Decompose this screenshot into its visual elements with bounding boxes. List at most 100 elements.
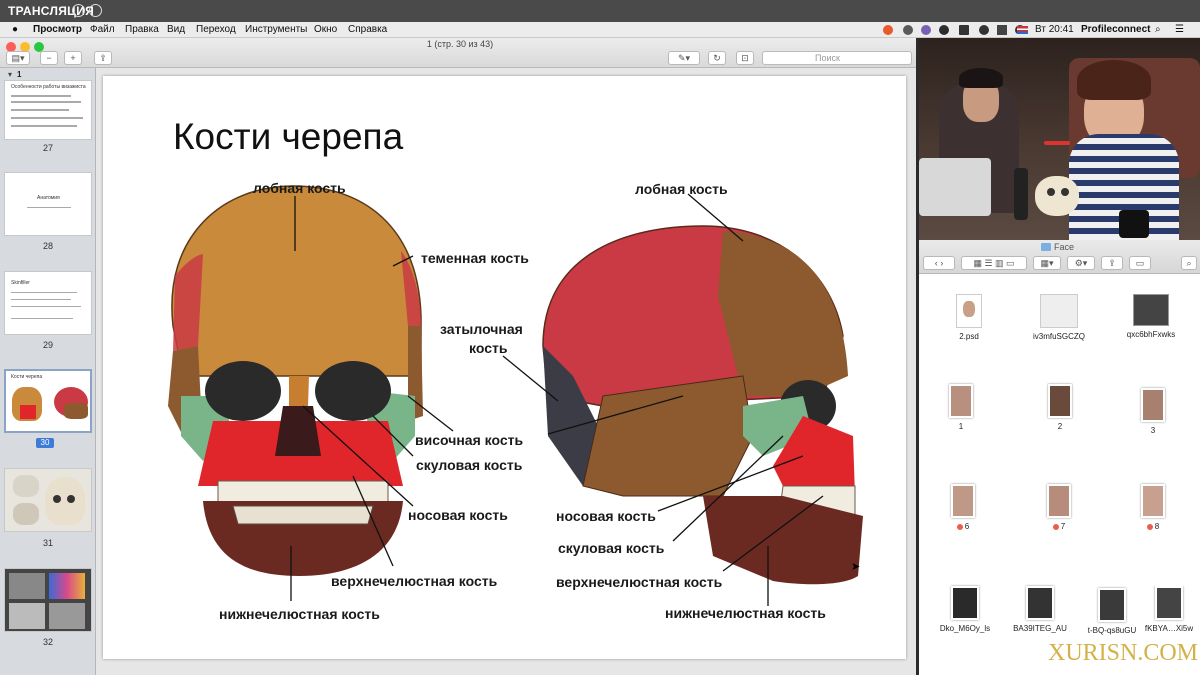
file-item[interactable]: 7	[1019, 484, 1099, 531]
bluetooth-icon[interactable]	[997, 25, 1007, 35]
menu-bar: ● Просмотр Файл Правка Вид Переход Инстр…	[0, 22, 1200, 38]
photo-file-icon	[1141, 388, 1165, 422]
thumb-number-selected: 30	[36, 438, 54, 448]
file-label: 3	[1150, 426, 1156, 435]
file-label: Dko_M6Oy_ls	[939, 624, 991, 633]
markup-button[interactable]: ✎▾	[668, 51, 700, 65]
thumb-title: Анатомия	[37, 195, 60, 201]
side-skull-drawing	[542, 225, 863, 585]
file-label: fKBYA…Xi5w	[1144, 624, 1194, 633]
slide-page: Кости черепа лобная кость теменная кость…	[103, 76, 906, 659]
file-label: 1	[958, 422, 964, 431]
thumbnail-30[interactable]: Кости черепа	[4, 369, 92, 433]
rotate-button[interactable]: ↻	[708, 51, 726, 65]
file-item[interactable]: BA39ITEG_AU	[1000, 586, 1080, 633]
file-item[interactable]: 3	[1113, 388, 1193, 435]
thumb-number: 28	[42, 241, 53, 251]
view-mode-button[interactable]: ▦ ☰ ▥ ▭	[961, 256, 1027, 270]
file-label: 8	[1113, 522, 1193, 531]
file-item[interactable]: iv3mfuSGCZQ	[1019, 294, 1099, 341]
finder-window: Face ‹ › ▦ ☰ ▥ ▭ ▦▾ ⚙▾ ⇪ ▭ ⌕ 2.psd iv3mf…	[919, 240, 1200, 675]
arrange-button[interactable]: ▦▾	[1033, 256, 1061, 270]
front-nasal-bone	[289, 376, 309, 406]
file-label: 2.psd	[959, 332, 979, 341]
menu-file[interactable]: Файл	[90, 24, 115, 35]
file-item[interactable]: 2.psd	[929, 294, 1009, 341]
label-side-nasal: носовая кость	[556, 508, 656, 524]
file-item[interactable]: fKBYA…Xi5w	[1139, 586, 1199, 633]
file-item[interactable]: qxc6bhFxwks	[1111, 294, 1191, 339]
file-item[interactable]: 6	[923, 484, 1003, 531]
label-side-maxilla: верхнечелюстная кость	[556, 574, 723, 590]
file-label: BA39ITEG_AU	[1013, 624, 1067, 633]
file-label: iv3mfuSGCZQ	[1032, 332, 1085, 341]
share-button[interactable]: ⇪	[1101, 256, 1123, 270]
finder-title: Face	[1054, 242, 1075, 252]
status-icon-3[interactable]	[939, 25, 949, 35]
thumb-title: Кости черепа	[11, 374, 43, 380]
file-item[interactable]: 8	[1113, 484, 1193, 531]
file-item[interactable]: 2	[1020, 384, 1100, 431]
skull-illustration	[168, 185, 863, 606]
document-view[interactable]: Кости черепа лобная кость теменная кость…	[97, 68, 916, 675]
photo-file-icon	[1098, 588, 1126, 622]
menu-help[interactable]: Справка	[348, 24, 387, 35]
label-front-frontal: лобная кость	[253, 180, 346, 196]
search-field[interactable]: Поиск	[762, 51, 912, 65]
search-placeholder: Поиск	[815, 53, 840, 63]
thumbnail-27[interactable]: Особенности работы визажиста	[4, 80, 92, 140]
menu-view[interactable]: Вид	[167, 24, 185, 35]
image-file-icon	[1133, 294, 1169, 326]
status-icon-4[interactable]	[979, 25, 989, 35]
opera-icon[interactable]	[883, 25, 893, 35]
refresh-icon[interactable]	[89, 4, 102, 17]
file-item[interactable]: 1	[921, 384, 1001, 431]
share-button[interactable]: ⇪	[94, 51, 112, 65]
watermark: XURISN.COM	[1048, 640, 1199, 666]
menu-edit[interactable]: Правка	[125, 24, 159, 35]
menu-window[interactable]: Окно	[314, 24, 337, 35]
menu-tools[interactable]: Инструменты	[245, 24, 307, 35]
user-name[interactable]: Profileconnect	[1081, 24, 1150, 35]
back-forward-button[interactable]: ‹ ›	[923, 256, 955, 270]
file-item[interactable]: Dko_M6Oy_ls	[925, 586, 1005, 633]
spotlight-icon[interactable]: ⌕	[1155, 24, 1161, 35]
label-side-zygomatic: скуловая кость	[558, 540, 665, 556]
search-button[interactable]: ⌕	[1181, 256, 1197, 270]
thumbnail-29[interactable]: Skinfiller	[4, 271, 92, 335]
menu-go[interactable]: Переход	[196, 24, 236, 35]
apple-menu-icon[interactable]: ●	[12, 24, 18, 35]
file-label: 2	[1057, 422, 1063, 431]
zoom-out-button[interactable]: −	[40, 51, 58, 65]
zoom-in-button[interactable]: +	[64, 51, 82, 65]
thumb-number: 29	[42, 340, 53, 350]
photo-file-icon	[1048, 384, 1072, 418]
photo-file-icon	[1155, 586, 1183, 620]
side-frontal-bone	[718, 231, 848, 396]
section-label: 1	[17, 70, 22, 79]
photo-file-icon	[1047, 484, 1071, 518]
thumbnail-31[interactable]	[4, 468, 92, 532]
photo-file-icon	[1141, 484, 1165, 518]
label-front-zygomatic: скуловая кость	[416, 457, 523, 473]
clock[interactable]: Вт 20:41	[1035, 24, 1074, 35]
sidebar-toggle-button[interactable]: ▤▾	[6, 51, 30, 65]
thumbnail-28[interactable]: Анатомия	[4, 172, 92, 236]
label-occipital-1: затылочная	[440, 321, 523, 337]
thumbnail-32[interactable]	[4, 568, 92, 632]
disclosure-icon[interactable]: ▾	[8, 70, 12, 79]
status-icon-1[interactable]	[903, 25, 913, 35]
status-icon-2[interactable]	[921, 25, 931, 35]
thumbnail-sidebar[interactable]: ▾ 1 Особенности работы визажиста 27 Анат…	[0, 68, 96, 675]
notification-icon[interactable]: ☰	[1175, 24, 1184, 35]
document-title: 1 (стр. 30 из 43)	[426, 39, 494, 49]
action-gear-button[interactable]: ⚙▾	[1067, 256, 1095, 270]
tag-dot	[1146, 523, 1153, 530]
toolbox-button[interactable]: ⊡	[736, 51, 754, 65]
flag-icon[interactable]	[1017, 26, 1028, 34]
tags-button[interactable]: ▭	[1129, 256, 1151, 270]
front-orbit-left	[205, 361, 281, 421]
move-icon[interactable]	[72, 4, 85, 17]
airplay-icon[interactable]	[959, 25, 969, 35]
menu-app[interactable]: Просмотр	[33, 24, 82, 35]
